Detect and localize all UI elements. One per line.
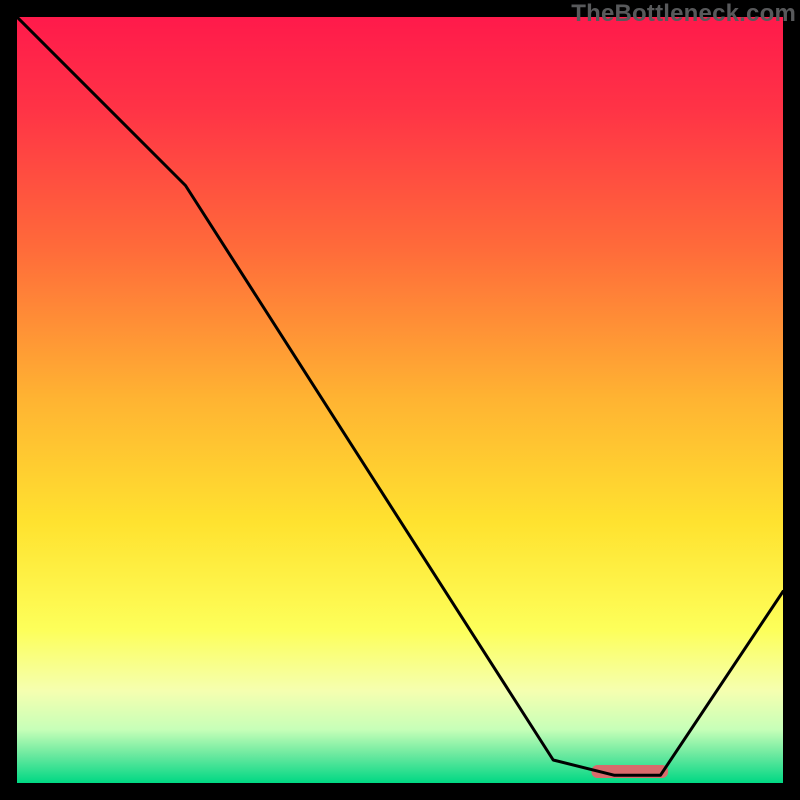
chart-frame: TheBottleneck.com [0,0,800,800]
plot-area [17,17,783,783]
watermark-text: TheBottleneck.com [571,0,796,28]
chart-svg [17,17,783,783]
